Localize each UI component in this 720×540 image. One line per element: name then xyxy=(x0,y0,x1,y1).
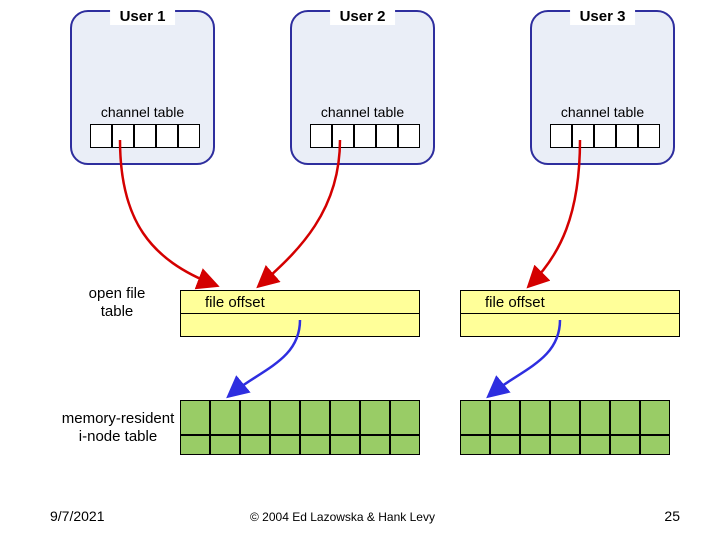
open-file-table-label: open filetable xyxy=(62,285,172,321)
file-offset-2-lower xyxy=(460,313,680,337)
channel-cell xyxy=(398,124,420,148)
channel-table-2 xyxy=(310,124,420,148)
channel-cell xyxy=(594,124,616,148)
channel-table-3 xyxy=(550,124,660,148)
channel-table-label-1: channel table xyxy=(101,104,184,120)
channel-cell xyxy=(354,124,376,148)
user-title-3: User 3 xyxy=(570,8,636,25)
channel-cell xyxy=(572,124,594,148)
channel-cell xyxy=(134,124,156,148)
channel-table-1 xyxy=(90,124,200,148)
user-box-2: User 2 channel table xyxy=(290,10,435,165)
channel-cell xyxy=(178,124,200,148)
channel-cell xyxy=(112,124,134,148)
user-box-3: User 3 channel table xyxy=(530,10,675,165)
channel-cell xyxy=(332,124,354,148)
channel-cell xyxy=(376,124,398,148)
file-offset-text-1: file offset xyxy=(205,294,265,311)
footer-page-number: 25 xyxy=(664,508,680,524)
file-offset-text-2: file offset xyxy=(485,294,545,311)
user-title-2: User 2 xyxy=(330,8,396,25)
memory-resident-inode-label: memory-residenti-node table xyxy=(48,410,188,446)
file-offset-1-lower xyxy=(180,313,420,337)
footer-date: 9/7/2021 xyxy=(50,508,105,524)
file-offset-1: file offset xyxy=(180,290,420,314)
channel-cell xyxy=(550,124,572,148)
channel-cell xyxy=(616,124,638,148)
channel-table-label-3: channel table xyxy=(561,104,644,120)
user-title-1: User 1 xyxy=(110,8,176,25)
inode-table-2 xyxy=(460,400,670,455)
channel-table-label-2: channel table xyxy=(321,104,404,120)
file-offset-2: file offset xyxy=(460,290,680,314)
footer-copyright: © 2004 Ed Lazowska & Hank Levy xyxy=(250,510,435,524)
inode-table-1 xyxy=(180,400,420,455)
channel-cell xyxy=(310,124,332,148)
user-box-1: User 1 channel table xyxy=(70,10,215,165)
channel-cell xyxy=(638,124,660,148)
channel-cell xyxy=(90,124,112,148)
channel-cell xyxy=(156,124,178,148)
